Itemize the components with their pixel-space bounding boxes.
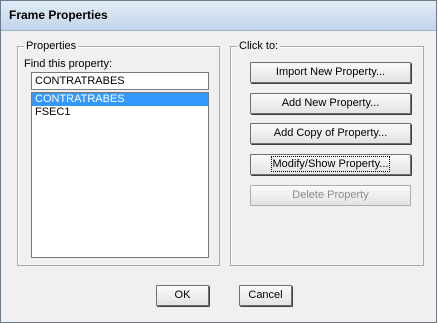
import-new-property-button[interactable]: Import New Property...: [250, 62, 411, 83]
cancel-button[interactable]: Cancel: [239, 285, 292, 306]
cancel-label: Cancel: [248, 289, 283, 301]
ok-label: OK: [174, 289, 191, 301]
add-copy-property-button[interactable]: Add Copy of Property...: [250, 123, 411, 144]
add-new-property-button[interactable]: Add New Property...: [250, 93, 411, 114]
find-property-input[interactable]: [31, 72, 209, 90]
list-item-contratrabes[interactable]: CONTRATRABES: [32, 93, 208, 106]
click-to-group-label: Click to:: [237, 39, 281, 53]
modify-show-property-button[interactable]: Modify/Show Property...: [250, 154, 411, 175]
list-item-fsec1[interactable]: FSEC1: [32, 106, 208, 119]
title-bar[interactable]: Frame Properties: [1, 1, 436, 31]
delete-property-label: Delete Property: [292, 189, 369, 201]
frame-properties-dialog: Frame Properties Properties Find this pr…: [0, 0, 437, 323]
import-new-property-label: Import New Property...: [275, 66, 386, 78]
find-property-label: Find this property:: [24, 58, 113, 70]
window-title: Frame Properties: [9, 8, 108, 22]
add-new-property-label: Add New Property...: [281, 97, 380, 109]
property-list[interactable]: CONTRATRABES FSEC1: [31, 92, 209, 258]
modify-show-property-label: Modify/Show Property...: [270, 156, 391, 172]
properties-group-label: Properties: [24, 39, 79, 53]
ok-button[interactable]: OK: [156, 285, 209, 306]
delete-property-button: Delete Property: [250, 185, 411, 206]
add-copy-property-label: Add Copy of Property...: [273, 127, 388, 139]
